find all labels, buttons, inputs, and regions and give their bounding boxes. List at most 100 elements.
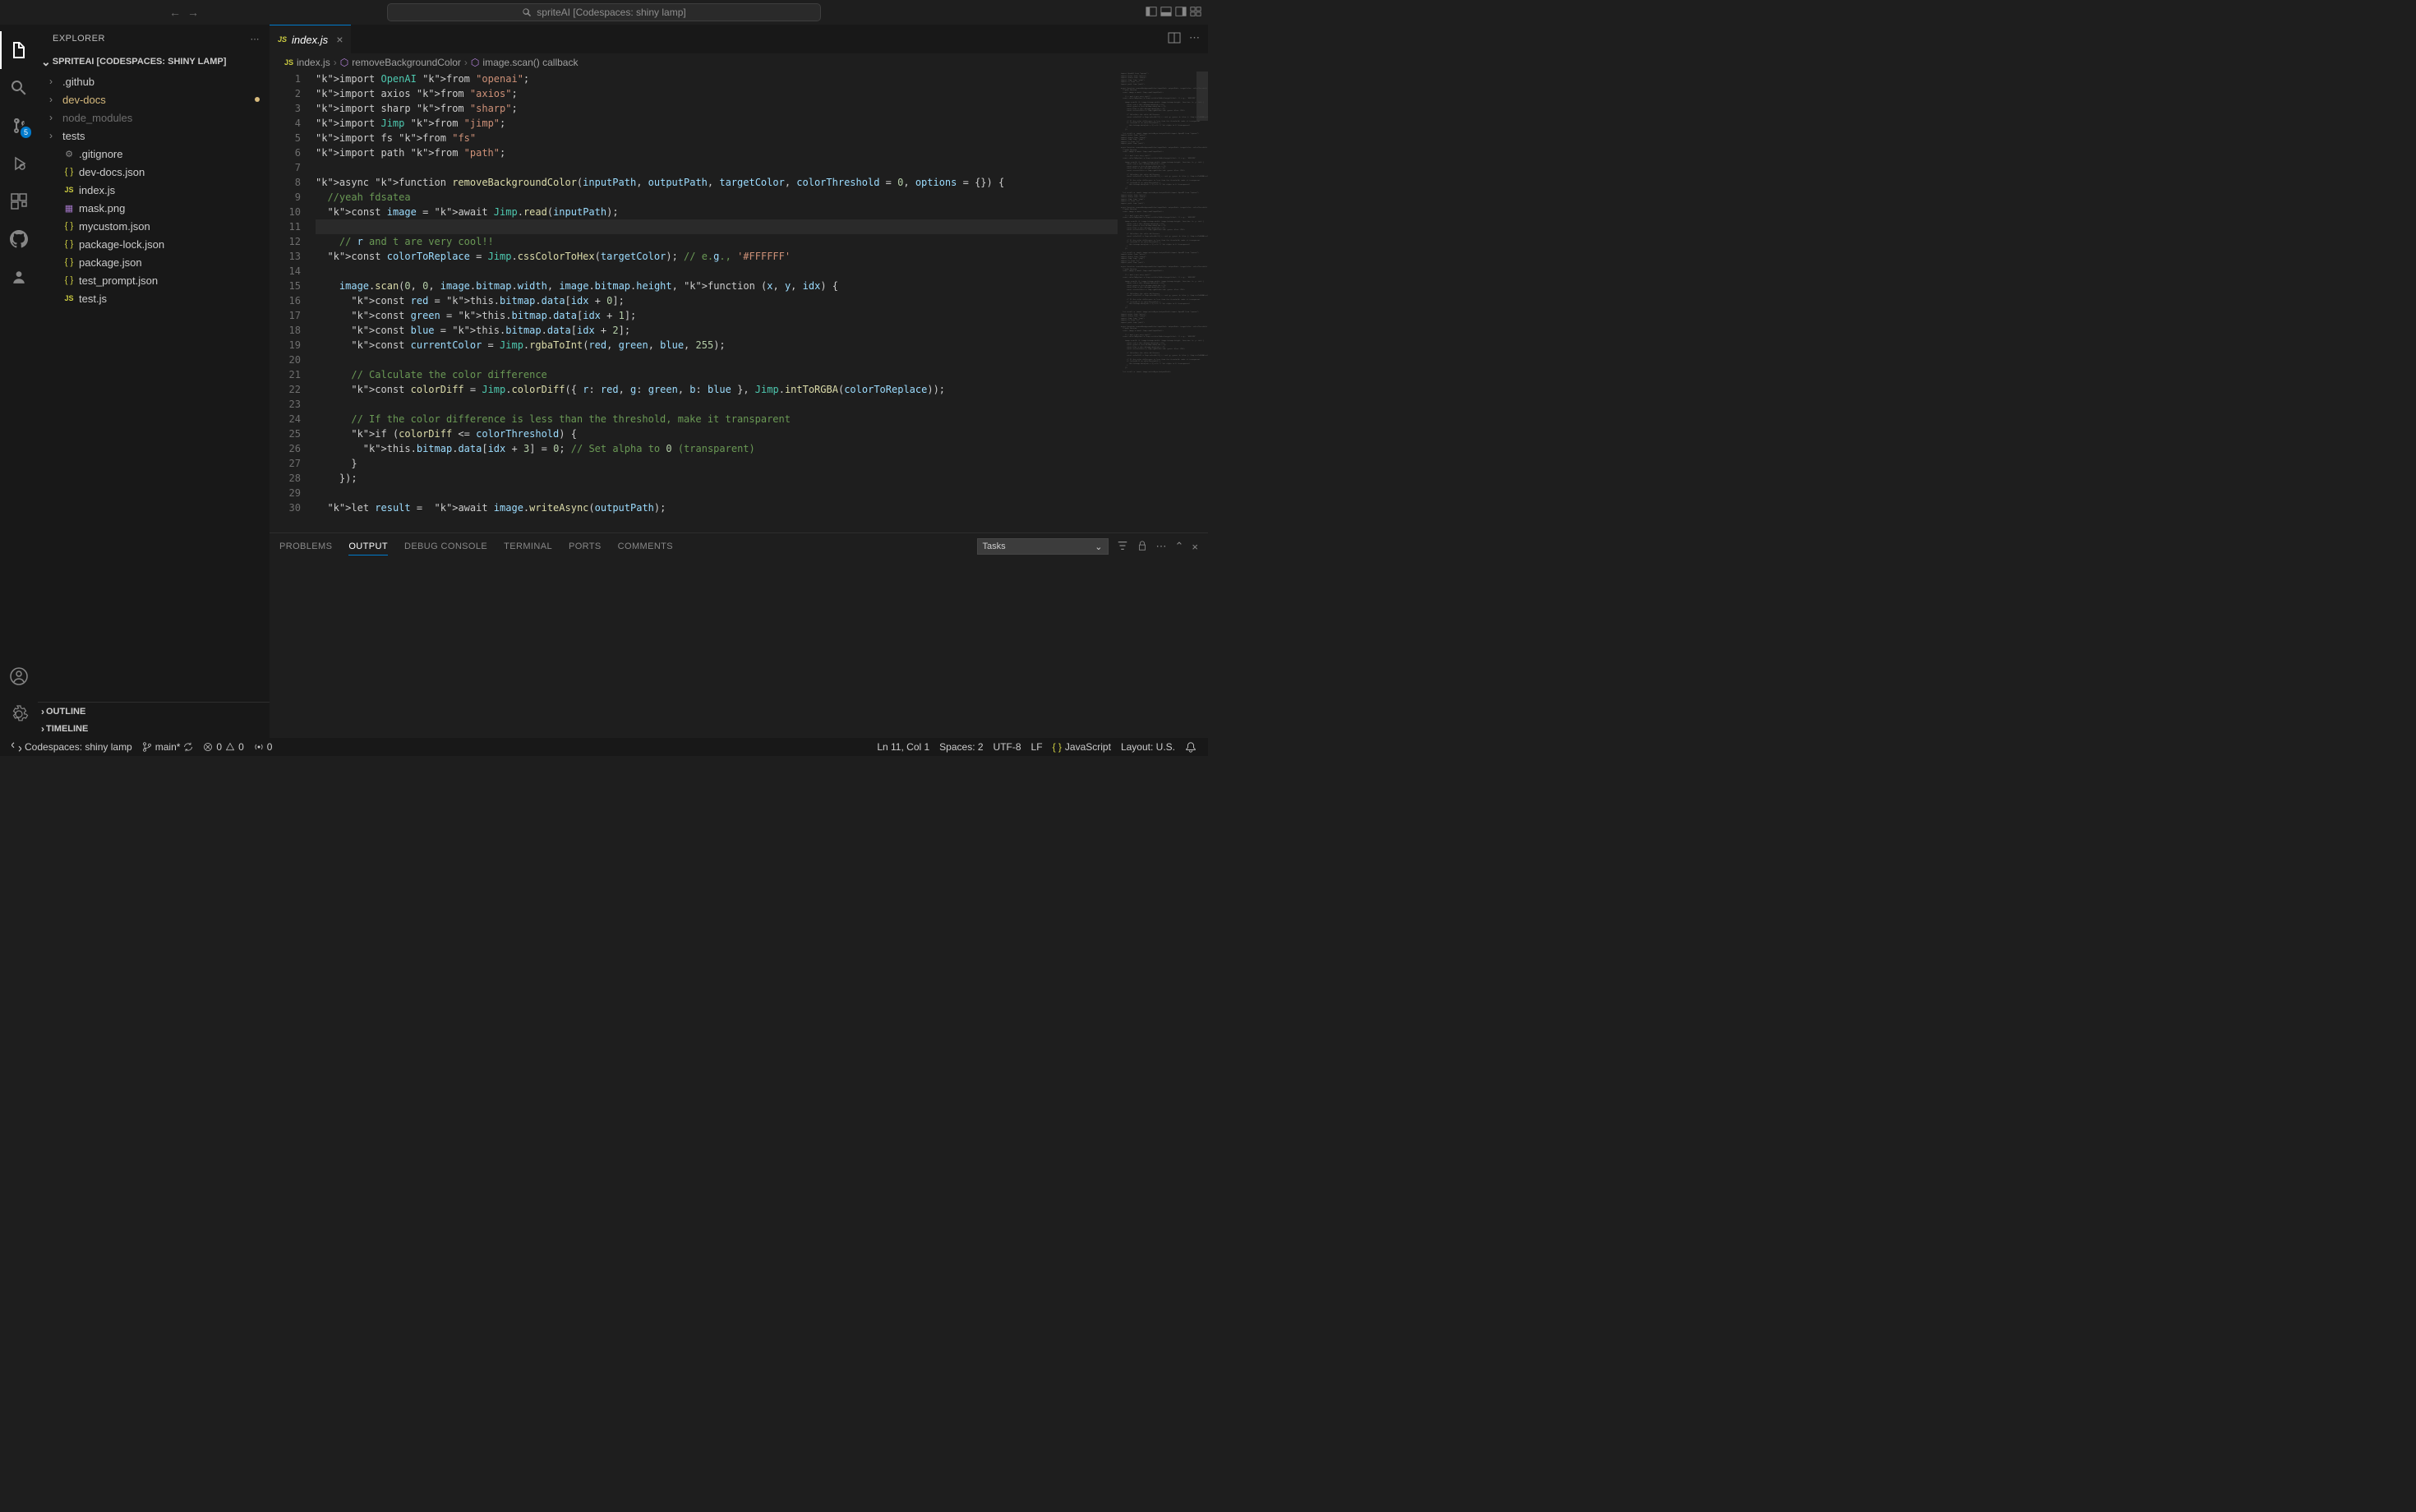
outline-header[interactable]: › OUTLINE xyxy=(38,702,270,720)
code-area[interactable]: "k">import OpenAI "k">from "openai";"k">… xyxy=(316,71,1208,532)
search-icon xyxy=(522,7,532,17)
chevron-right-icon: › xyxy=(41,706,44,717)
tree-item--gitignore[interactable]: ⚙.gitignore xyxy=(38,145,270,163)
tree-item-tests[interactable]: ›tests xyxy=(38,127,270,145)
panel-more-icon[interactable]: ⋯ xyxy=(1156,540,1167,553)
activity-github[interactable] xyxy=(0,220,38,258)
person-icon xyxy=(12,270,26,284)
chevron-right-icon: › xyxy=(49,130,59,141)
activity-settings[interactable] xyxy=(0,695,38,733)
minimap[interactable]: import OpenAI from "openai"; import axio… xyxy=(1118,71,1208,532)
timeline-header[interactable]: › TIMELINE xyxy=(38,720,270,738)
chevron-up-icon[interactable]: ⌃ xyxy=(1175,540,1184,553)
editor[interactable]: 1234567891011121314151617181920212223242… xyxy=(270,71,1208,532)
sidebar: EXPLORER ⋯ ⌄ SPRITEAI [CODESPACES: SHINY… xyxy=(38,25,270,738)
panel-tabs: PROBLEMS OUTPUT DEBUG CONSOLE TERMINAL PORTS… xyxy=(270,533,1208,560)
panel-tab-terminal[interactable]: TERMINAL xyxy=(504,538,552,555)
tree-item-package-lock-json[interactable]: { }package-lock.json xyxy=(38,235,270,253)
minimap-preview: import OpenAI from "openai"; import axio… xyxy=(1118,71,1208,375)
error-icon xyxy=(203,742,213,752)
chevron-right-icon: › xyxy=(464,57,468,68)
panel-tab-ports[interactable]: PORTS xyxy=(569,538,602,555)
outline-label: OUTLINE xyxy=(46,707,85,717)
chevron-right-icon: › xyxy=(49,112,59,123)
tree-item-dev-docs[interactable]: ›dev-docs xyxy=(38,90,270,108)
remote-icon xyxy=(12,742,21,752)
gutter: 1234567891011121314151617181920212223242… xyxy=(270,71,316,532)
status-ports[interactable]: 0 xyxy=(249,741,278,753)
breadcrumb-file[interactable]: index.js xyxy=(297,57,330,68)
lock-icon[interactable] xyxy=(1137,540,1148,554)
panel-tab-problems[interactable]: PROBLEMS xyxy=(279,538,332,555)
activity-extensions[interactable] xyxy=(0,182,38,220)
tree-item-test-js[interactable]: JStest.js xyxy=(38,289,270,307)
file-icon: { } xyxy=(62,219,76,233)
toggle-secondary-icon[interactable] xyxy=(1175,6,1187,20)
tree-item-label: package.json xyxy=(79,256,142,269)
status-remote[interactable]: Codespaces: shiny lamp xyxy=(7,741,137,753)
close-icon[interactable]: × xyxy=(336,33,343,46)
customize-layout-icon[interactable] xyxy=(1190,6,1201,20)
status-language[interactable]: { }JavaScript xyxy=(1048,741,1116,753)
status-cursor[interactable]: Ln 11, Col 1 xyxy=(872,741,934,753)
panel-body xyxy=(270,560,1208,738)
tree-item-package-json[interactable]: { }package.json xyxy=(38,253,270,271)
panel-tab-output[interactable]: OUTPUT xyxy=(348,538,388,555)
explorer-more-icon[interactable]: ⋯ xyxy=(251,34,261,44)
layout-controls xyxy=(1146,6,1201,20)
toggle-sidebar-icon[interactable] xyxy=(1146,6,1157,20)
statusbar: Codespaces: shiny lamp main* 0 0 0 Ln 11… xyxy=(0,738,1208,756)
activity-debug[interactable] xyxy=(0,145,38,182)
status-spaces[interactable]: Spaces: 2 xyxy=(934,741,988,753)
tree-item--github[interactable]: ›.github xyxy=(38,72,270,90)
breadcrumb-callback[interactable]: image.scan() callback xyxy=(482,57,578,68)
breadcrumb-func[interactable]: removeBackgroundColor xyxy=(352,57,461,68)
file-tree[interactable]: ›.github›dev-docs›node_modules›tests⚙.gi… xyxy=(38,71,270,702)
workspace-header[interactable]: ⌄ SPRITEAI [CODESPACES: SHINY LAMP] xyxy=(38,53,270,71)
split-editor-icon[interactable] xyxy=(1168,31,1181,47)
file-icon: JS xyxy=(62,292,76,305)
panel-tab-debug-console[interactable]: DEBUG CONSOLE xyxy=(404,538,487,555)
activity-search[interactable] xyxy=(0,69,38,107)
tree-item-dev-docs-json[interactable]: { }dev-docs.json xyxy=(38,163,270,181)
tree-item-label: mycustom.json xyxy=(79,220,150,233)
status-notifications[interactable] xyxy=(1180,741,1201,753)
tree-item-label: mask.png xyxy=(79,202,125,214)
file-icon: ⚙ xyxy=(62,147,76,160)
workspace-title: SPRITEAI [CODESPACES: SHINY LAMP] xyxy=(53,57,227,67)
status-eol[interactable]: LF xyxy=(1026,741,1048,753)
activity-source-control[interactable]: 5 xyxy=(0,107,38,145)
file-icon: { } xyxy=(62,256,76,269)
breadcrumb[interactable]: JS index.js › ⬡ removeBackgroundColor › … xyxy=(270,53,1208,71)
status-branch[interactable]: main* xyxy=(137,741,199,753)
panel: PROBLEMS OUTPUT DEBUG CONSOLE TERMINAL PORTS… xyxy=(270,532,1208,738)
titlebar: ← → spriteAI [Codespaces: shiny lamp] xyxy=(0,0,1208,25)
nav-forward-icon[interactable]: → xyxy=(187,6,199,19)
activity-accounts[interactable] xyxy=(0,657,38,695)
output-channel-select[interactable]: Tasks ⌄ xyxy=(977,538,1109,555)
tree-item-node-modules[interactable]: ›node_modules xyxy=(38,108,270,127)
tree-item-mask-png[interactable]: ▦mask.png xyxy=(38,199,270,217)
tab-index-js[interactable]: JS index.js × xyxy=(270,25,351,53)
nav-back-icon[interactable]: ← xyxy=(169,6,181,19)
status-encoding[interactable]: UTF-8 xyxy=(989,741,1026,753)
status-remote-text: Codespaces: shiny lamp xyxy=(25,741,132,753)
close-panel-icon[interactable]: × xyxy=(1192,541,1198,553)
tree-item-mycustom-json[interactable]: { }mycustom.json xyxy=(38,217,270,235)
status-problems[interactable]: 0 0 xyxy=(198,741,248,753)
tree-item-label: node_modules xyxy=(62,112,132,124)
filter-icon[interactable] xyxy=(1117,540,1128,554)
status-layout[interactable]: Layout: U.S. xyxy=(1116,741,1180,753)
panel-tab-comments[interactable]: COMMENTS xyxy=(618,538,673,555)
command-center[interactable]: spriteAI [Codespaces: shiny lamp] xyxy=(387,3,821,21)
activity-explorer[interactable] xyxy=(0,31,38,69)
tree-item-test-prompt-json[interactable]: { }test_prompt.json xyxy=(38,271,270,289)
chevron-down-icon: ⌄ xyxy=(1095,542,1102,552)
editor-more-icon[interactable]: ⋯ xyxy=(1189,31,1200,47)
status-ports-text: 0 xyxy=(267,741,273,753)
debug-icon xyxy=(9,154,29,173)
minimap-slider[interactable] xyxy=(1196,71,1208,121)
tree-item-index-js[interactable]: JSindex.js xyxy=(38,181,270,199)
toggle-panel-icon[interactable] xyxy=(1160,6,1172,20)
activity-live-share[interactable] xyxy=(0,258,38,296)
